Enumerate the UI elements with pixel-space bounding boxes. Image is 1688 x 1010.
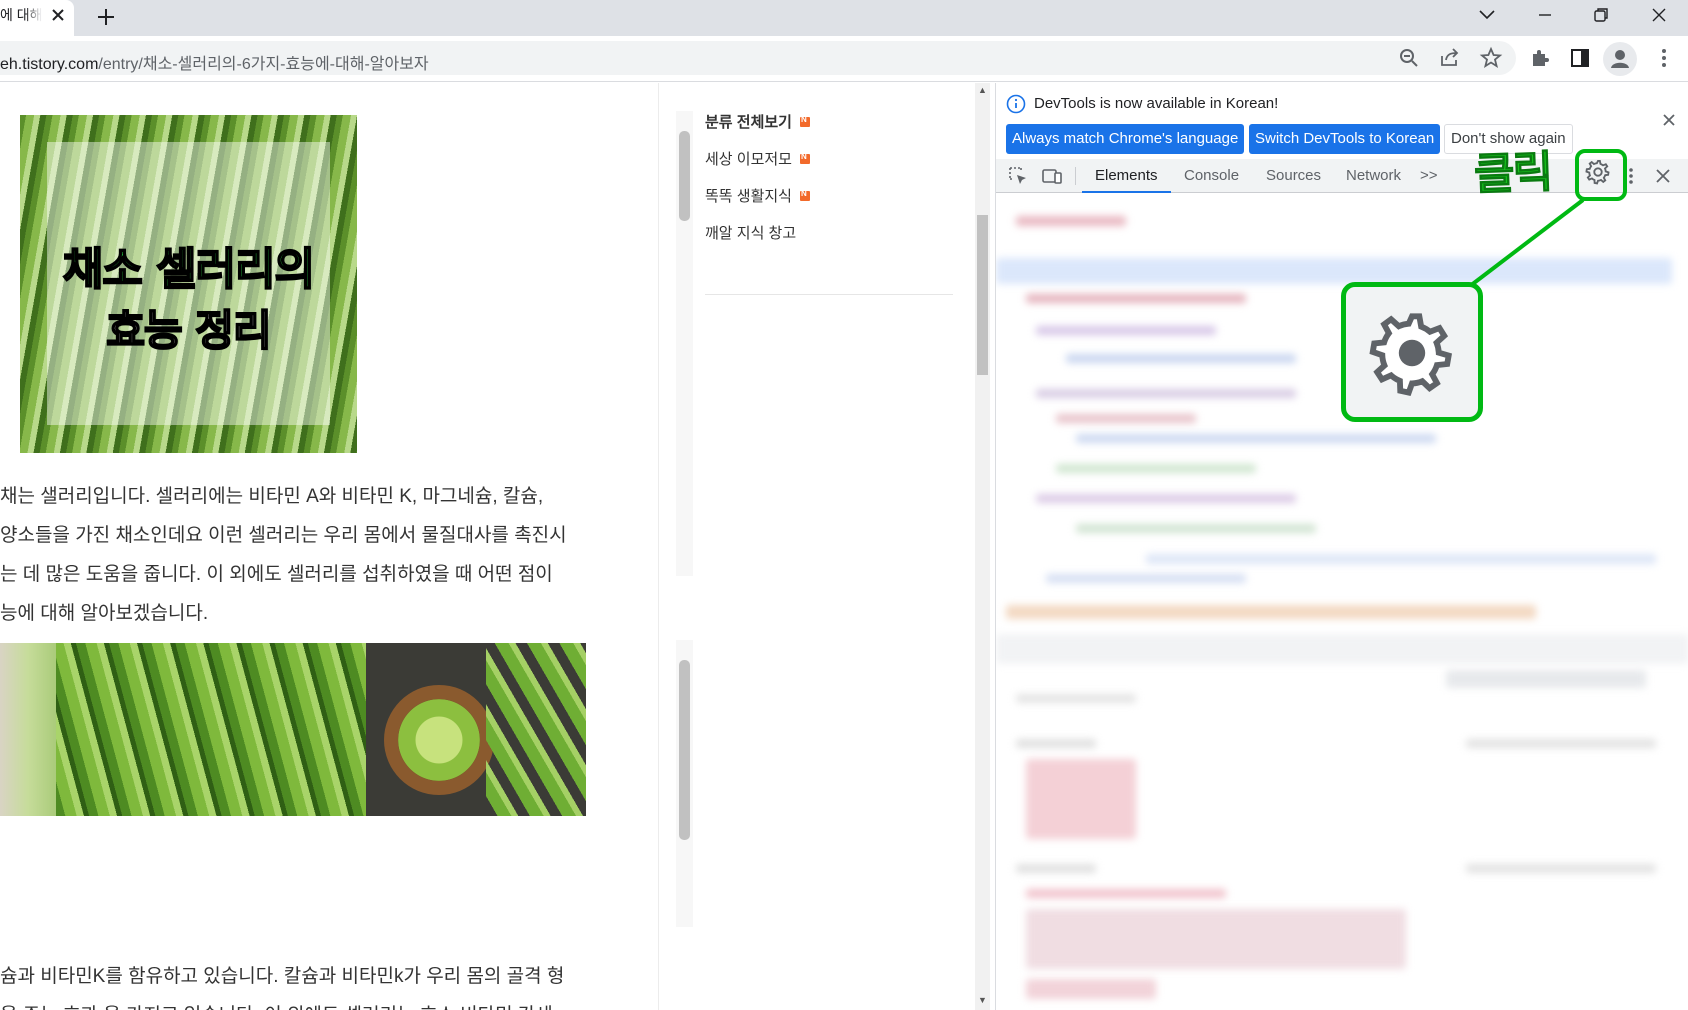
hero-title-line2: 효능 정리 bbox=[105, 305, 272, 356]
blurred-code bbox=[1076, 524, 1316, 533]
blurred-code bbox=[1466, 739, 1656, 748]
celery-photo-2 bbox=[56, 643, 366, 816]
sidebar-item-world[interactable]: 세상 이모저모 bbox=[705, 148, 810, 169]
tab-strip: 에 대해 bbox=[0, 0, 1688, 36]
language-infobar: DevTools is now available in Korean! Alw… bbox=[996, 83, 1688, 157]
url-text[interactable]: eh.tistory.com/entry/채소-셀러리의-6가지-효능에-대해-… bbox=[0, 50, 429, 74]
close-icon[interactable] bbox=[1659, 110, 1679, 130]
celery-photo-1 bbox=[0, 643, 56, 816]
new-badge bbox=[799, 152, 810, 164]
profile-icon[interactable] bbox=[1603, 42, 1637, 76]
blurred-code bbox=[1016, 864, 1096, 873]
address-bar[interactable]: eh.tistory.com/entry/채소-셀러리의-6가지-효능에-대해-… bbox=[0, 41, 1516, 75]
restore-icon[interactable] bbox=[1588, 2, 1614, 28]
blurred-css-rules bbox=[1026, 759, 1136, 839]
switch-to-korean-button[interactable]: Switch DevTools to Korean bbox=[1249, 124, 1441, 154]
always-match-language-button[interactable]: Always match Chrome's language bbox=[1006, 124, 1245, 154]
devtools-panel: DevTools is now available in Korean! Alw… bbox=[995, 83, 1688, 1010]
web-page: 채소 셀러리의 효능 정리 채는 샐러리입니다. 셀러리에는 비타민 A와 비타… bbox=[0, 83, 990, 1010]
gear-icon[interactable] bbox=[1584, 158, 1612, 186]
sidebar-item-knowledge[interactable]: 깨알 지식 창고 bbox=[705, 222, 796, 243]
blurred-code bbox=[1016, 739, 1096, 748]
click-annotation-label: 클릭 bbox=[1473, 146, 1553, 201]
article-text-line: 능에 대해 알아보겠습니다. bbox=[0, 603, 209, 624]
article-text-line: 는 데 많은 도움을 줍니다. 이 외에도 셀러리를 섭취하였을 때 어떤 점이 bbox=[0, 564, 553, 585]
blurred-styles-toolbar bbox=[1446, 670, 1646, 688]
blurred-code bbox=[1146, 554, 1656, 564]
share-icon[interactable] bbox=[1438, 46, 1462, 70]
article-text-line: 슘과 비타민K를 함유하고 있습니다. 칼슘과 비타민k가 우리 몸의 골격 형 bbox=[0, 966, 565, 987]
minimize-icon[interactable] bbox=[1532, 2, 1558, 28]
elements-scroll-thumb[interactable] bbox=[679, 131, 690, 221]
hero-image: 채소 셀러리의 효능 정리 bbox=[20, 115, 357, 453]
styles-scroll-thumb[interactable] bbox=[679, 660, 690, 840]
side-panel-icon[interactable] bbox=[1568, 46, 1592, 70]
browser-tab[interactable]: 에 대해 bbox=[0, 0, 74, 36]
close-devtools-icon[interactable] bbox=[1651, 164, 1675, 188]
blurred-code bbox=[1036, 389, 1296, 398]
toolbar-separator bbox=[1075, 167, 1076, 185]
infobar-message: DevTools is now available in Korean! bbox=[1034, 95, 1279, 112]
blurred-code bbox=[1016, 694, 1136, 703]
tab-console[interactable]: Console bbox=[1184, 159, 1239, 193]
new-badge bbox=[799, 115, 810, 127]
page-scrollbar[interactable]: ▲ ▼ bbox=[975, 83, 990, 1010]
inspect-icon[interactable] bbox=[1006, 164, 1030, 188]
kebab-menu-icon[interactable] bbox=[1652, 46, 1676, 70]
article-text-line: 채는 샐러리입니다. 셀러리에는 비타민 A와 비타민 K, 마그네슘, 칼슘, bbox=[0, 486, 544, 507]
browser-toolbar: eh.tistory.com/entry/채소-셀러리의-6가지-효능에-대해-… bbox=[0, 36, 1688, 82]
blurred-code bbox=[1056, 414, 1196, 423]
blurred-code bbox=[1046, 574, 1246, 583]
styles-scrollbar[interactable] bbox=[676, 640, 693, 927]
blurred-styles-tabs bbox=[996, 634, 1688, 664]
url-host: eh.tistory.com bbox=[0, 56, 99, 73]
plus-icon[interactable] bbox=[94, 5, 118, 29]
content-divider bbox=[658, 83, 659, 1010]
elements-scrollbar[interactable] bbox=[676, 111, 693, 576]
gear-icon bbox=[1369, 313, 1453, 397]
sidebar-divider bbox=[705, 294, 953, 295]
blurred-selected-row bbox=[996, 258, 1672, 284]
close-icon[interactable] bbox=[48, 5, 68, 25]
celery-stalks bbox=[486, 643, 586, 816]
blurred-code bbox=[1036, 326, 1216, 335]
puzzle-icon[interactable] bbox=[1528, 46, 1552, 70]
blurred-code bbox=[1026, 979, 1156, 999]
hero-title-line1: 채소 셀러리의 bbox=[62, 243, 316, 296]
window-close-icon[interactable] bbox=[1646, 2, 1672, 28]
blurred-code bbox=[1036, 494, 1296, 503]
blurred-code bbox=[1026, 889, 1226, 898]
info-icon bbox=[1006, 94, 1026, 114]
tab-sources[interactable]: Sources bbox=[1266, 159, 1321, 193]
blurred-code bbox=[1066, 354, 1296, 363]
star-icon[interactable] bbox=[1479, 46, 1503, 70]
blurred-css-rules bbox=[1026, 909, 1406, 969]
sidebar-item-life-tips[interactable]: 똑똑 생활지식 bbox=[705, 185, 810, 206]
url-path: /entry/채소-셀러리의-6가지-효능에-대해-알아보자 bbox=[98, 56, 429, 73]
celery-photo-3 bbox=[366, 643, 586, 816]
blurred-breadcrumb bbox=[1006, 605, 1536, 619]
scroll-down-arrow[interactable]: ▼ bbox=[978, 995, 987, 1005]
article-text-line: 을 주는 효과 을 가지고 있습니다. 이 외에도 셀러리는 효소 비타민 간세 bbox=[0, 996, 553, 1010]
blurred-code bbox=[1026, 294, 1246, 303]
celery-bowl bbox=[384, 685, 494, 795]
scroll-up-arrow[interactable]: ▲ bbox=[978, 85, 987, 95]
gear-zoom-callout bbox=[1341, 282, 1483, 422]
device-toolbar-icon[interactable] bbox=[1040, 164, 1064, 188]
tab-network[interactable]: Network bbox=[1346, 159, 1401, 193]
blurred-code bbox=[1466, 864, 1656, 873]
new-badge bbox=[799, 189, 810, 201]
blurred-code bbox=[1076, 434, 1436, 443]
article-text-line: 양소들을 가진 채소인데요 이런 셀러리는 우리 몸에서 물질대사를 촉진시 bbox=[0, 525, 567, 546]
blurred-code bbox=[1056, 464, 1256, 473]
tab-elements[interactable]: Elements bbox=[1082, 159, 1171, 193]
more-tabs-button[interactable]: >> bbox=[1420, 159, 1438, 193]
tab-title: 에 대해 bbox=[0, 7, 42, 23]
zoom-out-icon[interactable] bbox=[1397, 46, 1421, 70]
chevron-down-icon[interactable] bbox=[1474, 2, 1500, 28]
celery-photo-strip bbox=[0, 643, 586, 816]
sidebar-item-all[interactable]: 분류 전체보기 bbox=[705, 111, 810, 132]
page-scroll-thumb[interactable] bbox=[977, 215, 988, 375]
blurred-code bbox=[1016, 216, 1126, 226]
